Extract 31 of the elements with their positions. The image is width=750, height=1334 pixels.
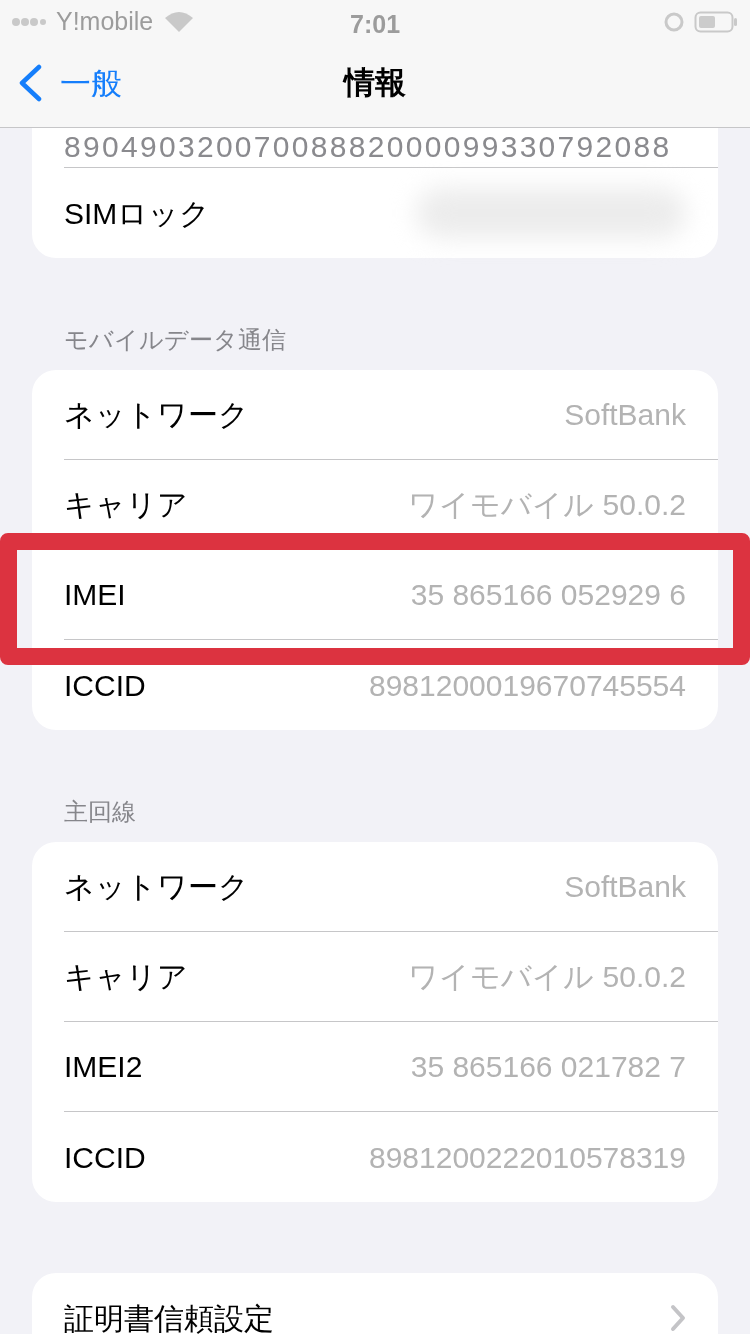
row-label: キャリア	[64, 959, 188, 995]
row-value: 8981200019670745554	[369, 667, 686, 704]
row-label: ネットワーク	[64, 869, 249, 905]
status-time: 7:01	[350, 9, 401, 40]
wifi-icon	[165, 12, 194, 32]
row-value: 89049032007008882000099330792088	[64, 129, 672, 165]
row-value: 35 865166 052929 6	[410, 577, 686, 613]
row-label: SIMロック	[64, 195, 211, 232]
carrier-name: Y!mobile	[56, 6, 154, 38]
chevron-icon	[670, 1304, 686, 1332]
page-title: 情報	[344, 64, 406, 103]
row-label: ICCID	[64, 1139, 146, 1176]
row-value: 35 865166 021782 7	[410, 1049, 686, 1085]
row-label: キャリア	[64, 487, 188, 523]
section-header: モバイルデータ通信	[64, 326, 287, 354]
row-label: IMEI2	[64, 1049, 143, 1085]
row-value: 8981200222010578319	[369, 1139, 686, 1176]
row-value: ワイモバイル 50.0.2	[408, 487, 686, 523]
row-value: SoftBank	[564, 397, 686, 433]
back-button[interactable]: 一般	[18, 64, 122, 102]
row-value: SoftBank	[564, 869, 686, 905]
row-label: ネットワーク	[64, 397, 249, 433]
ring-icon	[664, 12, 684, 32]
signal-dots-icon	[12, 17, 46, 27]
row-value: ワイモバイル 50.0.2	[408, 959, 686, 995]
back-chevron-icon	[18, 64, 42, 102]
row-label: IMEI	[64, 577, 126, 613]
battery-icon	[694, 11, 738, 33]
section-header: 主回線	[64, 798, 137, 826]
list-item[interactable]: 証明書信頼設定	[32, 1273, 718, 1334]
row-label: ICCID	[64, 667, 146, 704]
